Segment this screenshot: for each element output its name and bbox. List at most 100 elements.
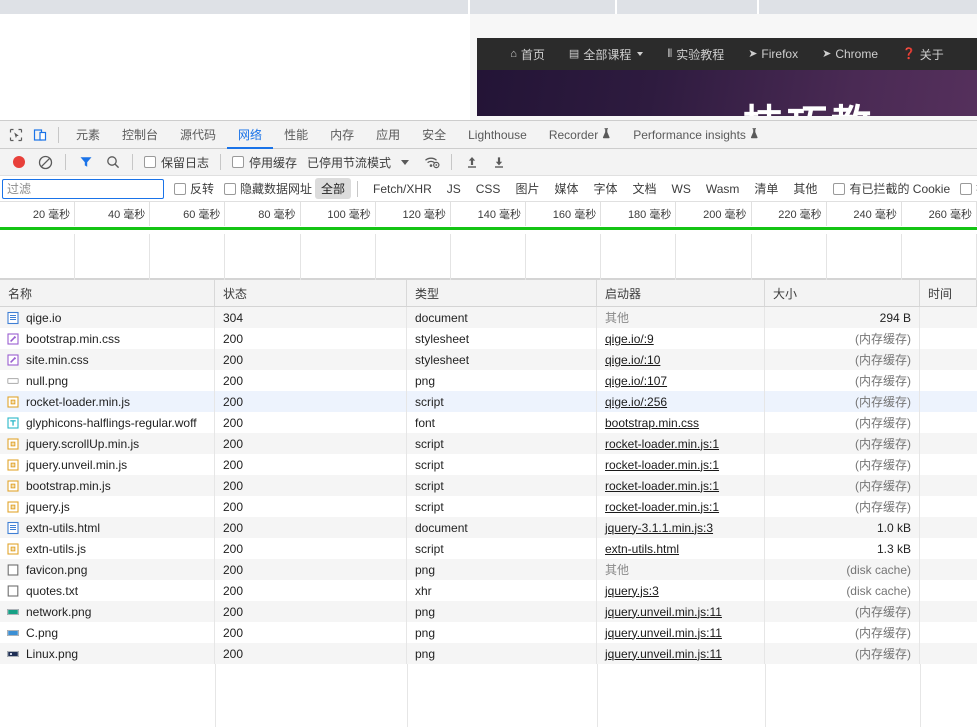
initiator-link[interactable]: jquery.js:3 bbox=[605, 584, 659, 598]
tab-控制台[interactable]: 控制台 bbox=[111, 121, 169, 149]
export-har-button[interactable] bbox=[486, 151, 511, 173]
table-row[interactable]: bootstrap.min.css 200 stylesheet qige.io/:9… bbox=[0, 328, 977, 349]
table-row[interactable]: jquery.js 200 script rocket-loader.min.js:1… bbox=[0, 496, 977, 517]
network-conditions-icon[interactable] bbox=[419, 151, 444, 173]
cell-initiator: qige.io/:107 bbox=[597, 370, 765, 391]
device-toolbar-icon[interactable] bbox=[28, 124, 52, 146]
hide-data-urls-checkbox[interactable]: 隐藏数据网址 bbox=[224, 180, 312, 197]
tab-recorder[interactable]: Recorder bbox=[538, 121, 622, 149]
throttling-label[interactable]: 已停用节流模式 bbox=[303, 154, 391, 171]
filter-type-js[interactable]: JS bbox=[441, 180, 467, 198]
table-row[interactable]: bootstrap.min.js 200 script rocket-loader.m… bbox=[0, 475, 977, 496]
column-header[interactable]: 启动器 bbox=[597, 280, 765, 306]
tab-performance-insights[interactable]: Performance insights bbox=[622, 121, 770, 149]
table-row[interactable]: null.png 200 png qige.io/:107 (内存缓存) bbox=[0, 370, 977, 391]
initiator-link[interactable]: rocket-loader.min.js:1 bbox=[605, 500, 719, 514]
filter-type-清单[interactable]: 清单 bbox=[748, 178, 784, 199]
table-row[interactable]: extn-utils.js 200 script extn-utils.html 1.3… bbox=[0, 538, 977, 559]
table-row[interactable]: extn-utils.html 200 document jquery-3.1.1.m… bbox=[0, 517, 977, 538]
initiator-link[interactable]: qige.io/:9 bbox=[605, 332, 654, 346]
browser-tab-strip[interactable] bbox=[0, 0, 977, 14]
column-header[interactable]: 类型 bbox=[407, 280, 597, 306]
filter-type-图片[interactable]: 图片 bbox=[509, 178, 545, 199]
cell-type: script bbox=[407, 496, 597, 517]
table-row[interactable]: rocket-loader.min.js 200 script qige.io/:25… bbox=[0, 391, 977, 412]
filter-toggle-button[interactable] bbox=[73, 151, 98, 173]
column-header[interactable]: 时间 bbox=[920, 280, 977, 306]
tab-安全[interactable]: 安全 bbox=[411, 121, 457, 149]
site-nav-item[interactable]: ⌂ 首页 bbox=[510, 46, 545, 63]
chevron-down-icon[interactable] bbox=[401, 159, 410, 165]
network-overview-chart[interactable] bbox=[0, 234, 977, 280]
initiator-link[interactable]: jquery.unveil.min.js:11 bbox=[605, 626, 722, 640]
filter-type-全部[interactable]: 全部 bbox=[315, 178, 352, 199]
table-row[interactable]: Linux.png 200 png jquery.unveil.min.js:11 (内… bbox=[0, 643, 977, 664]
blocked-requests-checkbox[interactable]: 被屏蔽的请求 bbox=[960, 180, 977, 197]
browser-tab[interactable] bbox=[472, 0, 617, 14]
tab-源代码[interactable]: 源代码 bbox=[169, 121, 227, 149]
column-header[interactable]: 大小 bbox=[765, 280, 920, 306]
invert-filter-checkbox[interactable]: 反转 bbox=[174, 180, 214, 197]
filter-type-其他[interactable]: 其他 bbox=[787, 178, 823, 199]
initiator-link[interactable]: rocket-loader.min.js:1 bbox=[605, 437, 719, 451]
initiator-link[interactable]: extn-utils.html bbox=[605, 542, 679, 556]
tab-lighthouse[interactable]: Lighthouse bbox=[457, 121, 538, 149]
initiator-link[interactable]: bootstrap.min.css bbox=[605, 416, 699, 430]
overview-lane bbox=[225, 234, 301, 280]
filter-type-wasm[interactable]: Wasm bbox=[700, 180, 746, 198]
site-nav-item[interactable]: ⦀ 实验教程 bbox=[667, 46, 724, 63]
filter-type-ws[interactable]: WS bbox=[666, 180, 697, 198]
column-header[interactable]: 名称 bbox=[0, 280, 215, 306]
table-row[interactable]: quotes.txt 200 xhr jquery.js:3 (disk cache) bbox=[0, 580, 977, 601]
clear-button[interactable] bbox=[33, 151, 58, 173]
filter-type-css[interactable]: CSS bbox=[470, 180, 507, 198]
browser-tab[interactable] bbox=[0, 0, 470, 14]
initiator-link[interactable]: jquery.unveil.min.js:11 bbox=[605, 605, 722, 619]
search-button[interactable] bbox=[100, 151, 125, 173]
initiator-link[interactable]: jquery.unveil.min.js:11 bbox=[605, 647, 722, 661]
site-nav-item[interactable]: ➤ Chrome bbox=[822, 47, 878, 61]
table-row[interactable]: jquery.unveil.min.js 200 script rocket-load… bbox=[0, 454, 977, 475]
cell-type: png bbox=[407, 370, 597, 391]
filter-type-媒体[interactable]: 媒体 bbox=[548, 178, 584, 199]
preserve-log-checkbox[interactable]: 保留日志 bbox=[140, 154, 213, 171]
table-row[interactable]: qige.io 304 document 其他 294 B bbox=[0, 307, 977, 328]
table-row[interactable]: glyphicons-halflings-regular.woff 200 font… bbox=[0, 412, 977, 433]
record-button[interactable] bbox=[6, 151, 31, 173]
initiator-link[interactable]: qige.io/:10 bbox=[605, 353, 660, 367]
table-row[interactable]: jquery.scrollUp.min.js 200 script rocket-lo… bbox=[0, 433, 977, 454]
table-row[interactable]: site.min.css 200 stylesheet qige.io/:10 (内存缓… bbox=[0, 349, 977, 370]
cell-status: 200 bbox=[215, 496, 407, 517]
tab-应用[interactable]: 应用 bbox=[365, 121, 411, 149]
filter-type-文档[interactable]: 文档 bbox=[626, 178, 662, 199]
browser-tab[interactable] bbox=[761, 0, 977, 14]
initiator-link[interactable]: qige.io/:256 bbox=[605, 395, 667, 409]
filter-input[interactable] bbox=[2, 178, 164, 199]
table-row[interactable]: network.png 200 png jquery.unveil.min.js:11… bbox=[0, 601, 977, 622]
table-row[interactable]: C.png 200 png jquery.unveil.min.js:11 (内存缓存) bbox=[0, 622, 977, 643]
import-har-button[interactable] bbox=[459, 151, 484, 173]
network-timeline-ruler[interactable]: 260 毫秒 240 毫秒 220 毫秒 200 毫秒 180 毫秒 160 毫秒 140 … bbox=[0, 202, 977, 234]
tab-性能[interactable]: 性能 bbox=[273, 121, 319, 149]
tab-内存[interactable]: 内存 bbox=[319, 121, 365, 149]
tab-元素[interactable]: 元素 bbox=[65, 121, 111, 149]
initiator-link[interactable]: rocket-loader.min.js:1 bbox=[605, 479, 719, 493]
table-row[interactable]: favicon.png 200 png 其他 (disk cache) bbox=[0, 559, 977, 580]
initiator-link[interactable]: qige.io/:107 bbox=[605, 374, 667, 388]
cell-time bbox=[920, 349, 977, 370]
filter-type-字体[interactable]: 字体 bbox=[587, 178, 623, 199]
filter-type-fetch-xhr[interactable]: Fetch/XHR bbox=[367, 180, 438, 198]
column-header[interactable]: 状态 bbox=[215, 280, 407, 306]
site-nav-item[interactable]: ➤ Firefox bbox=[748, 47, 798, 61]
initiator-link[interactable]: jquery-3.1.1.min.js:3 bbox=[605, 521, 713, 535]
initiator-link[interactable]: rocket-loader.min.js:1 bbox=[605, 458, 719, 472]
site-nav-item[interactable]: ▤ 全部课程 bbox=[569, 46, 644, 63]
inspect-element-icon[interactable] bbox=[4, 124, 28, 146]
tab-网络[interactable]: 网络 bbox=[227, 121, 273, 149]
site-nav-item[interactable]: ❓ 关于 bbox=[902, 46, 944, 63]
site-navigation-bar[interactable]: ⌂ 首页 ▤ 全部课程 ⦀ 实验教程 ➤ Firefox ➤ Chrome ❓ 关于 bbox=[477, 38, 977, 70]
browser-tab[interactable] bbox=[619, 0, 759, 14]
blocked-cookies-checkbox[interactable]: 有已拦截的 Cookie bbox=[833, 180, 950, 197]
tab-label: 元素 bbox=[76, 128, 101, 142]
disable-cache-checkbox[interactable]: 停用缓存 bbox=[228, 154, 301, 171]
